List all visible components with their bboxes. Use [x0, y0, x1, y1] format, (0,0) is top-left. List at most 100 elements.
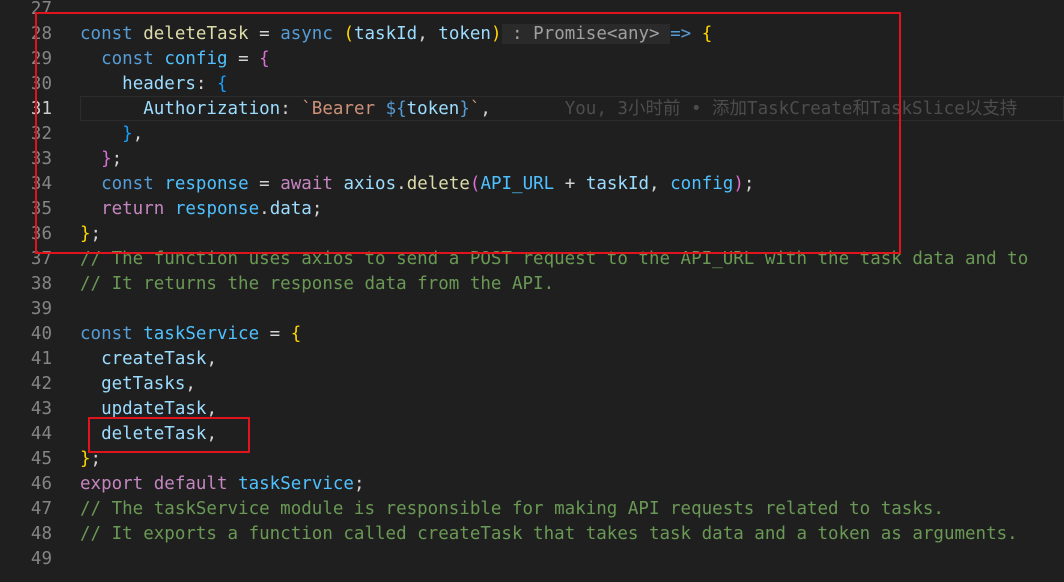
code-text[interactable]: deleteTask, [80, 422, 217, 447]
code-text[interactable]: // It exports a function called createTa… [80, 522, 1018, 547]
line-number: 33 [30, 149, 52, 169]
code-text[interactable]: }; [80, 447, 101, 472]
code-token: default [153, 474, 228, 494]
code-token: `Bearer [301, 99, 386, 119]
line-number: 44 [30, 424, 52, 444]
line-number: 36 [30, 224, 52, 244]
code-line[interactable]: 30 headers: { [0, 72, 1064, 97]
line-number: 32 [30, 124, 52, 144]
code-token: } [80, 224, 91, 244]
code-text[interactable]: createTask, [80, 347, 217, 372]
code-line[interactable]: 43 updateTask, [0, 397, 1064, 422]
code-line[interactable]: 36}; [0, 222, 1064, 247]
line-number: 43 [30, 399, 52, 419]
code-token: const [101, 174, 154, 194]
code-text[interactable]: return response.data; [80, 197, 322, 222]
line-number: 37 [30, 249, 52, 269]
code-text[interactable]: updateTask, [80, 397, 217, 422]
code-token: . [396, 174, 407, 194]
code-text[interactable]: // It returns the response data from the… [80, 272, 554, 297]
code-line[interactable]: 49 [0, 547, 1064, 572]
code-token: Authorization [143, 99, 281, 119]
code-line[interactable]: 38 // It returns the response data from t… [0, 272, 1064, 297]
code-editor[interactable]: 27 28 const deleteTask = async (taskId, to… [0, 0, 1064, 582]
code-token: axios [343, 174, 397, 194]
code-token: return [101, 199, 165, 219]
code-text[interactable]: }; [80, 222, 101, 247]
code-token: { [290, 324, 302, 344]
code-comment: // The taskService module is responsible… [80, 499, 944, 519]
code-comment: // The function uses axios to send a POS… [80, 249, 1029, 269]
code-text[interactable]: headers: { [80, 72, 227, 97]
code-line[interactable]: 48 // It exports a function called create… [0, 522, 1064, 547]
code-token: taskService [238, 474, 354, 494]
code-token: ; [353, 474, 365, 494]
code-line[interactable]: 31 Authorization: `Bearer ${token}`, You… [0, 97, 1064, 122]
code-text[interactable]: }; [80, 147, 122, 172]
code-line[interactable]: 42 getTasks, [0, 372, 1064, 397]
code-token: async [280, 24, 333, 44]
code-token: , [417, 24, 439, 44]
line-number: 46 [30, 474, 52, 494]
code-token: const [101, 49, 154, 69]
line-number: 30 [30, 74, 52, 94]
code-line[interactable]: 46 export default taskService; [0, 472, 1064, 497]
code-token: ; [90, 449, 102, 469]
code-line[interactable]: 47 // The taskService module is responsib… [0, 497, 1064, 522]
code-token: deleteTask [143, 24, 249, 44]
code-token: ( [469, 174, 481, 194]
code-token: => [670, 24, 692, 44]
code-text[interactable]: export default taskService; [80, 472, 365, 497]
code-line[interactable]: 34 const response = await axios.delete(A… [0, 172, 1064, 197]
code-text[interactable]: Authorization: `Bearer ${token}`, You, 3… [80, 97, 1017, 122]
code-line[interactable]: 44 deleteTask, [0, 422, 1064, 447]
code-token: , [132, 124, 144, 144]
code-text[interactable]: const config = { [80, 47, 270, 72]
code-text[interactable]: const deleteTask = async (taskId, token)… [80, 22, 712, 47]
line-number: 49 [30, 549, 52, 569]
code-text[interactable]: }, [80, 122, 143, 147]
code-line[interactable]: 33 }; [0, 147, 1064, 172]
git-blame-hint: You, 3小时前 • 添加TaskCreate和TaskSlice以支持 [564, 99, 1018, 119]
code-line[interactable]: 41 createTask, [0, 347, 1064, 372]
line-number: 48 [30, 524, 52, 544]
code-token: : [280, 99, 302, 119]
line-number: 35 [30, 199, 52, 219]
code-line[interactable]: 35 return response.data; [0, 197, 1064, 222]
line-number: 34 [30, 174, 52, 194]
code-line[interactable]: 29 const config = { [0, 47, 1064, 72]
code-line[interactable]: 40 const taskService = { [0, 322, 1064, 347]
code-line[interactable]: 27 [0, 0, 1064, 22]
code-token: taskId [353, 24, 418, 44]
code-line[interactable]: 45}; [0, 447, 1064, 472]
type-inlay-hint: : Promise<any> [501, 24, 671, 44]
code-token: config [670, 174, 734, 194]
code-line[interactable]: 32 }, [0, 122, 1064, 147]
line-number: 28 [30, 24, 52, 44]
line-number: 47 [30, 499, 52, 519]
code-text[interactable]: const response = await axios.delete(API_… [80, 172, 754, 197]
code-text[interactable]: const taskService = { [80, 322, 301, 347]
code-token: } [80, 449, 91, 469]
code-token: } [122, 124, 133, 144]
code-line[interactable]: 39 [0, 297, 1064, 322]
line-number: 29 [30, 49, 52, 69]
code-line[interactable]: 28 const deleteTask = async (taskId, toke… [0, 22, 1064, 47]
code-token: = [248, 24, 281, 44]
code-line[interactable]: 37 // The function uses axios to send a P… [0, 247, 1064, 272]
code-text[interactable]: // The function uses axios to send a POS… [80, 247, 1028, 272]
code-token: ` [469, 99, 481, 119]
code-text[interactable]: // The taskService module is responsible… [80, 497, 944, 522]
code-text[interactable]: getTasks, [80, 372, 196, 397]
